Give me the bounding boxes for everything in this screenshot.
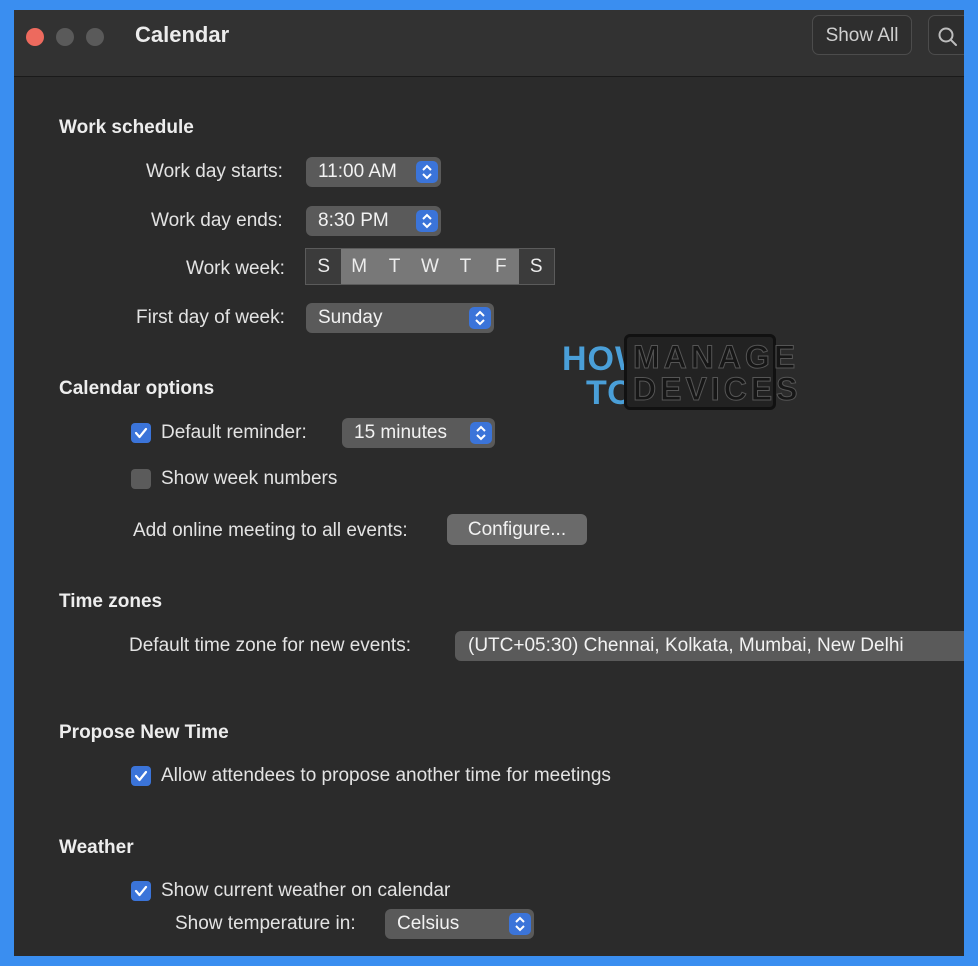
section-weather: Weather bbox=[59, 837, 134, 858]
default-time-zone-select[interactable]: (UTC+05:30) Chennai, Kolkata, Mumbai, Ne… bbox=[455, 631, 964, 661]
work-day-ends-select[interactable]: 8:30 PM bbox=[306, 206, 441, 236]
stepper-icon bbox=[416, 161, 438, 183]
stepper-icon bbox=[470, 422, 492, 444]
show-weather-label: Show current weather on calendar bbox=[161, 880, 451, 901]
default-reminder-select[interactable]: 15 minutes bbox=[342, 418, 495, 448]
close-window-button[interactable] bbox=[26, 28, 44, 46]
logo-devices-text: DEVICES bbox=[632, 371, 802, 407]
work-day-starts-select[interactable]: 11:00 AM bbox=[306, 157, 441, 187]
configure-button[interactable]: Configure... bbox=[447, 514, 587, 545]
work-week-label: Work week: bbox=[186, 258, 285, 279]
online-meeting-label: Add online meeting to all events: bbox=[133, 520, 408, 541]
day-friday[interactable]: F bbox=[483, 249, 519, 284]
allow-propose-time-checkbox[interactable] bbox=[131, 766, 151, 786]
default-time-zone-label: Default time zone for new events: bbox=[129, 635, 411, 656]
stepper-icon bbox=[509, 913, 531, 935]
section-calendar-options: Calendar options bbox=[59, 378, 215, 399]
watermark-logo: HOW TO MANAGE DEVICES bbox=[562, 332, 798, 414]
logo-box: MANAGE DEVICES bbox=[624, 334, 798, 410]
first-day-select[interactable]: Sunday bbox=[306, 303, 494, 333]
stepper-icon bbox=[416, 210, 438, 232]
first-day-label: First day of week: bbox=[136, 307, 285, 328]
default-reminder-value: 15 minutes bbox=[354, 422, 447, 443]
temperature-unit-value: Celsius bbox=[397, 913, 460, 934]
checkmark-icon bbox=[134, 427, 148, 439]
work-day-ends-label: Work day ends: bbox=[151, 210, 283, 231]
work-day-starts-value: 11:00 AM bbox=[318, 161, 397, 182]
temperature-unit-select[interactable]: Celsius bbox=[385, 909, 534, 939]
search-icon bbox=[938, 27, 957, 46]
checkmark-icon bbox=[134, 770, 148, 782]
allow-propose-time-label: Allow attendees to propose another time … bbox=[161, 765, 611, 786]
day-thursday[interactable]: T bbox=[447, 249, 484, 284]
show-all-button[interactable]: Show All bbox=[812, 15, 912, 55]
day-tuesday[interactable]: T bbox=[376, 249, 413, 284]
logo-manage-text: MANAGE bbox=[632, 339, 800, 375]
day-wednesday[interactable]: W bbox=[412, 249, 448, 284]
show-week-numbers-label: Show week numbers bbox=[161, 468, 338, 489]
day-monday[interactable]: M bbox=[341, 249, 377, 284]
work-day-starts-label: Work day starts: bbox=[146, 161, 283, 182]
work-day-ends-value: 8:30 PM bbox=[318, 210, 389, 231]
title-bar: Calendar Show All bbox=[14, 10, 964, 77]
work-week-selector: S M T W T F S bbox=[305, 248, 555, 285]
section-time-zones: Time zones bbox=[59, 591, 163, 612]
checkmark-icon bbox=[134, 885, 148, 897]
temperature-unit-label: Show temperature in: bbox=[175, 913, 356, 934]
show-weather-checkbox[interactable] bbox=[131, 881, 151, 901]
first-day-value: Sunday bbox=[318, 307, 383, 328]
day-sunday[interactable]: S bbox=[306, 249, 342, 284]
section-work-schedule: Work schedule bbox=[59, 117, 194, 138]
minimize-window-button[interactable] bbox=[56, 28, 74, 46]
stepper-icon bbox=[469, 307, 491, 329]
preferences-window: Calendar Show All Work schedule Work day… bbox=[14, 10, 964, 956]
window-title: Calendar bbox=[135, 22, 230, 47]
search-button[interactable] bbox=[928, 15, 964, 55]
day-saturday[interactable]: S bbox=[518, 249, 554, 284]
zoom-window-button[interactable] bbox=[86, 28, 104, 46]
show-week-numbers-checkbox[interactable] bbox=[131, 469, 151, 489]
default-reminder-label: Default reminder: bbox=[161, 422, 307, 443]
default-reminder-checkbox[interactable] bbox=[131, 423, 151, 443]
section-propose-new-time: Propose New Time bbox=[59, 722, 229, 743]
